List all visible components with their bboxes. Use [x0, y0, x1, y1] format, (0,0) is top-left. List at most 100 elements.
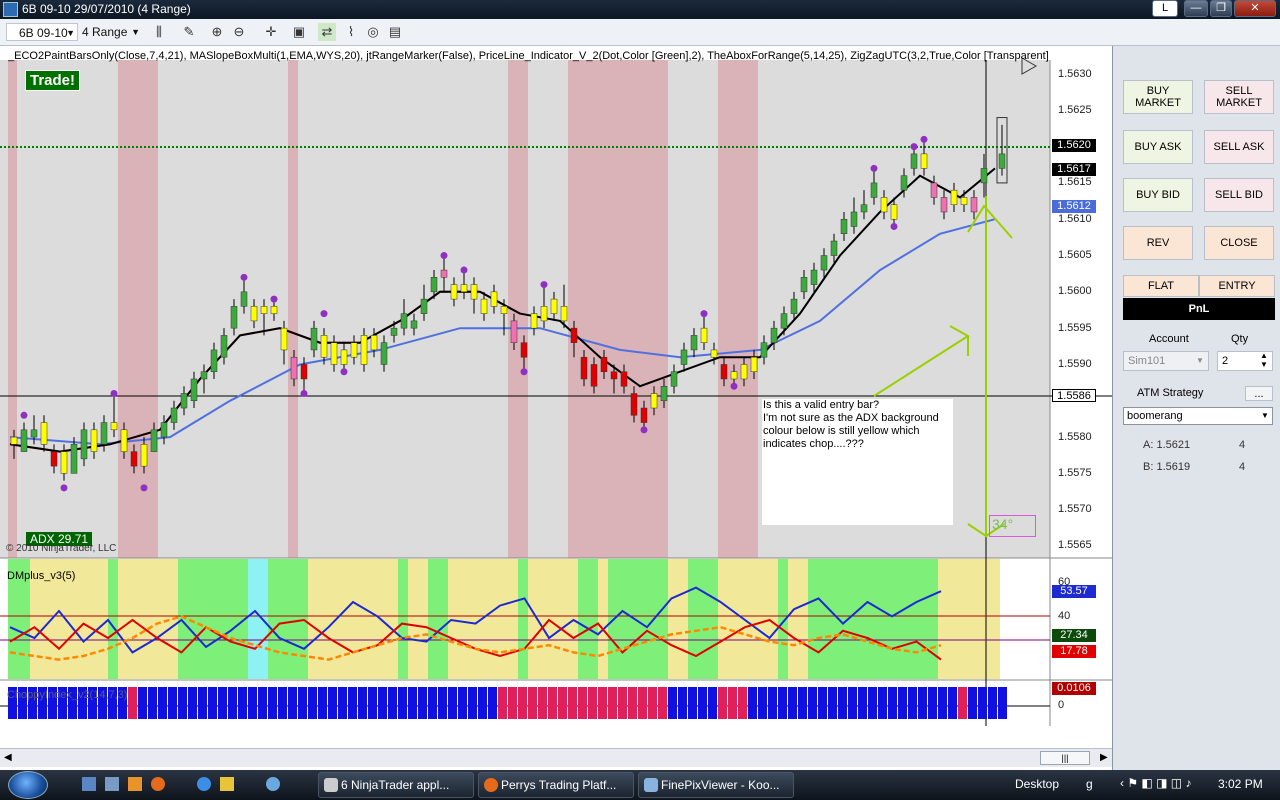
choppy-bar — [178, 687, 187, 719]
choppy-bar — [798, 687, 807, 719]
clock[interactable]: 3:02 PM — [1218, 777, 1263, 791]
crosshair-icon[interactable]: ✛ — [262, 23, 280, 41]
choppy-bar — [858, 687, 867, 719]
choppy-bar — [938, 687, 947, 719]
chart-scrollbar[interactable]: ◀ ||| ▶ — [0, 748, 1112, 767]
buy-ask-button[interactable]: BUY ASK — [1123, 130, 1193, 164]
zoom-in-icon[interactable]: ⊕ — [208, 23, 226, 41]
swing-marker — [700, 310, 708, 318]
stepper-up-icon[interactable]: ▲ — [1260, 351, 1268, 360]
order-panel-icon[interactable]: ▤ — [386, 23, 404, 41]
properties-icon[interactable]: ▣ — [290, 23, 308, 41]
choppy-bar — [598, 687, 607, 719]
candle-body — [230, 306, 238, 329]
bar-type-icon[interactable]: ⫼ — [150, 23, 168, 41]
drawing-tool-icon[interactable]: ✎ — [180, 23, 198, 41]
candle-body — [260, 306, 268, 314]
instrument-value: 6B 09-10 — [19, 26, 68, 40]
indicators-icon[interactable]: ⌇ — [342, 23, 360, 41]
dm-band — [428, 559, 448, 679]
candle-body — [200, 371, 208, 380]
choppy-bar — [488, 687, 497, 719]
sell-ask-button[interactable]: SELL ASK — [1204, 130, 1274, 164]
strategy-icon[interactable]: ⇄ — [318, 23, 336, 41]
swing-marker — [340, 368, 348, 376]
choppy-bar — [388, 687, 397, 719]
account-select[interactable]: Sim101 ▼ — [1123, 351, 1209, 371]
choppy-bar — [688, 687, 697, 719]
desktop-toolbar[interactable]: Desktop — [1015, 777, 1059, 791]
task-label: 6 NinjaTrader appl... — [341, 778, 450, 792]
scroll-thumb[interactable]: ||| — [1040, 751, 1090, 765]
atm-more-button[interactable]: ... — [1245, 386, 1273, 401]
dm-tick: 40 — [1058, 610, 1071, 622]
app-icon[interactable] — [266, 777, 280, 791]
candle-body — [550, 298, 558, 314]
show-desktop-icon[interactable] — [82, 777, 96, 791]
annotation-note[interactable]: Is this a valid entry bar? I'm not sure … — [762, 399, 953, 525]
data-box-icon[interactable]: ◎ — [364, 23, 382, 41]
choppy-bar — [328, 687, 337, 719]
scroll-right-icon[interactable]: ▶ — [1100, 752, 1108, 763]
task-ninjatrader[interactable]: 6 NinjaTrader appl... — [318, 772, 474, 798]
choppy-bar — [978, 687, 987, 719]
start-button[interactable] — [8, 771, 48, 799]
buy-market-button[interactable]: BUY MARKET — [1123, 80, 1193, 114]
candle-body — [180, 393, 188, 409]
task-finepix[interactable]: FinePixViewer - Koo... — [638, 772, 794, 798]
sell-market-button[interactable]: SELL MARKET — [1204, 80, 1274, 114]
swing-marker — [440, 252, 448, 260]
adx-chop-band — [718, 60, 758, 558]
candle-body — [970, 197, 978, 213]
candle-body — [480, 298, 488, 314]
instrument-selector[interactable]: 6B 09-10 ▼ — [6, 23, 78, 41]
restore-button[interactable]: ❐ — [1210, 0, 1232, 17]
period-selector[interactable]: 4 Range ▼ — [82, 23, 142, 41]
bid-price: B: 1.5619 — [1143, 461, 1191, 473]
price-tick: 1.5625 — [1058, 104, 1092, 116]
choppy-bar — [918, 687, 927, 719]
choppy-bar — [168, 687, 177, 719]
link-button[interactable]: L — [1152, 0, 1178, 17]
desktop-extra[interactable]: g — [1086, 777, 1093, 791]
ninjatrader-chart-window: 6B 09-10 29/07/2010 (4 Range) L — ❐ ✕ 6B… — [0, 0, 1280, 800]
sell-bid-button[interactable]: SELL BID — [1204, 178, 1274, 212]
dm-band — [528, 559, 578, 679]
tray-icons[interactable]: ‹ ⚑ ◧ ◨ ◫ ♪ — [1120, 776, 1191, 790]
buy-bid-button[interactable]: BUY BID — [1123, 178, 1193, 212]
candle-body — [880, 197, 888, 213]
ie-icon[interactable] — [197, 777, 211, 791]
close-position-button[interactable]: CLOSE — [1204, 226, 1274, 260]
candle-body — [20, 429, 28, 452]
choppy-bar — [608, 687, 617, 719]
scroll-left-icon[interactable]: ◀ — [4, 752, 12, 763]
choppy-bar — [528, 687, 537, 719]
mail-icon[interactable] — [220, 777, 234, 791]
atm-strategy-select[interactable]: boomerang ▼ — [1123, 407, 1273, 425]
explorer-icon[interactable] — [105, 777, 119, 791]
choppy-bar — [238, 687, 247, 719]
dm-band — [108, 559, 118, 679]
stepper-down-icon[interactable]: ▼ — [1260, 360, 1268, 369]
choppy-zero: 0 — [1058, 699, 1065, 711]
qty-label: Qty — [1231, 333, 1249, 345]
firefox-icon[interactable] — [151, 777, 165, 791]
minimize-button[interactable]: — — [1184, 0, 1208, 17]
price-tick: 1.5615 — [1058, 176, 1092, 188]
close-window-button[interactable]: ✕ — [1234, 0, 1276, 17]
angle-label: 34° — [989, 515, 1036, 537]
candle-body — [980, 168, 988, 184]
dm-band — [808, 559, 938, 679]
adx-value: 27.34 — [1052, 629, 1096, 642]
quantity-stepper[interactable]: 2 ▲ ▼ — [1217, 351, 1273, 371]
choppy-bar — [658, 687, 667, 719]
candle-body — [650, 393, 658, 409]
choppy-bar — [498, 687, 507, 719]
reverse-button[interactable]: REV — [1123, 226, 1193, 260]
choppy-bar — [188, 687, 197, 719]
dm-band — [578, 559, 598, 679]
chart-area[interactable]: _ECO2PaintBarsOnly(Close,7,4,21), MASlop… — [0, 46, 1112, 785]
zoom-out-icon[interactable]: ⊖ — [230, 23, 248, 41]
media-player-icon[interactable] — [128, 777, 142, 791]
task-perrys[interactable]: Perrys Trading Platf... — [478, 772, 634, 798]
